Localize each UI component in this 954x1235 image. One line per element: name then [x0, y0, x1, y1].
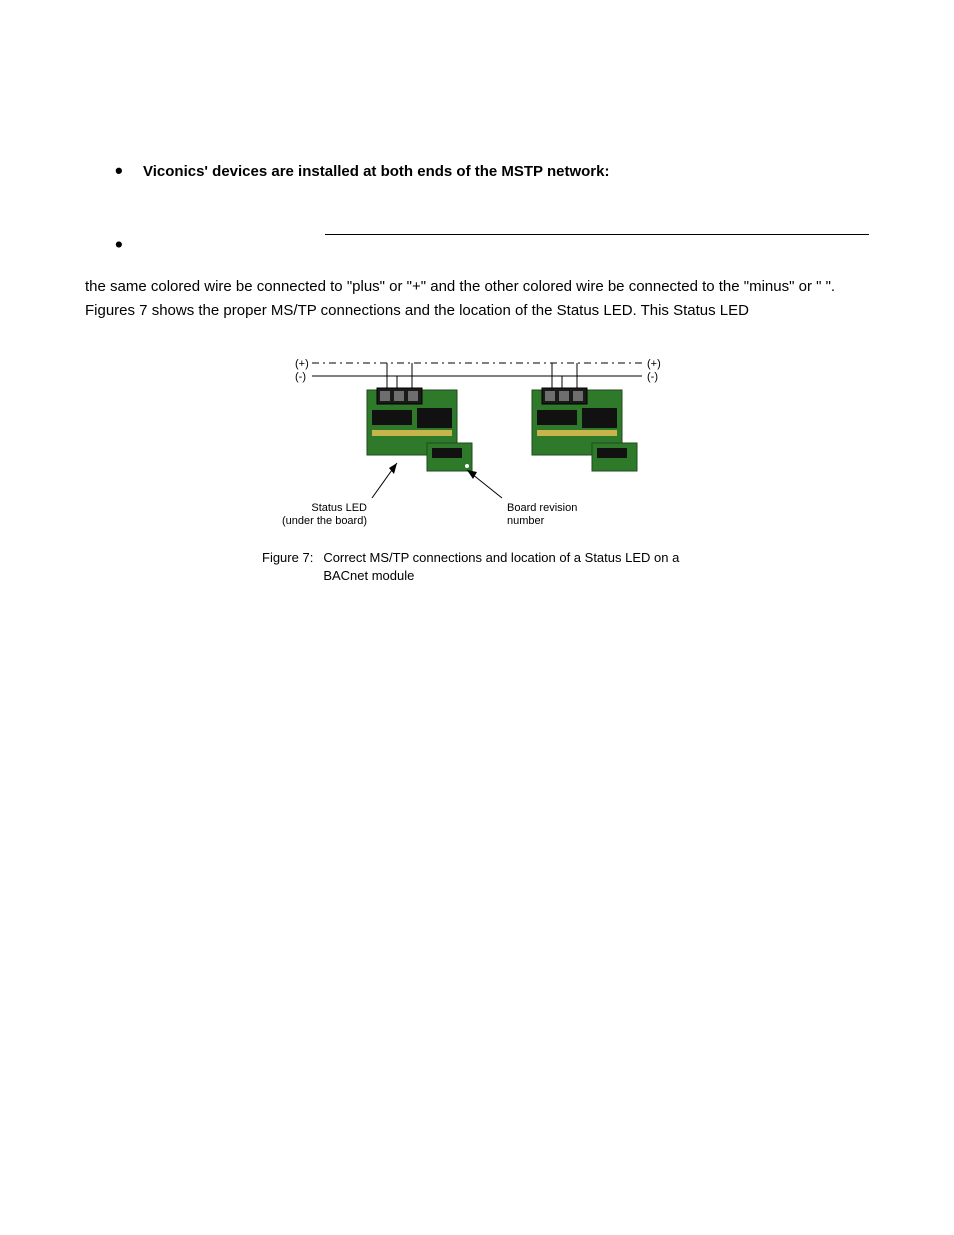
status-led-label-2: (under the board): [282, 515, 367, 527]
figure-7: (+) (-) (+) (-): [85, 348, 869, 585]
document-page: Viconics' devices are installed at both …: [0, 0, 954, 1235]
minus-label-left: (-): [295, 371, 306, 383]
figure-caption-label: Figure 7:: [262, 549, 323, 585]
horizontal-rule: [325, 234, 869, 235]
wiring-diagram: (+) (-) (+) (-): [277, 348, 677, 533]
plus-label-right: (+): [647, 358, 661, 370]
board-rev-label-2: number: [507, 515, 545, 527]
status-led-label-1: Status LED: [311, 502, 367, 514]
pcb-module-right: [532, 388, 637, 471]
minus-label-right: (-): [647, 371, 658, 383]
figure-caption: Figure 7: Correct MS/TP connections and …: [262, 549, 692, 585]
board-rev-label-1: Board revision: [507, 502, 577, 514]
pcb-module-left: [367, 388, 472, 471]
figure-caption-text: Correct MS/TP connections and location o…: [323, 549, 692, 585]
body-paragraph: the same colored wire be connected to "p…: [85, 275, 869, 323]
bullet-item-1: Viconics' devices are installed at both …: [115, 160, 869, 184]
bullet-item-1-text: Viconics' devices are installed at both …: [143, 163, 609, 180]
plus-label-left: (+): [295, 358, 309, 370]
bullet-list: Viconics' devices are installed at both …: [115, 160, 869, 184]
